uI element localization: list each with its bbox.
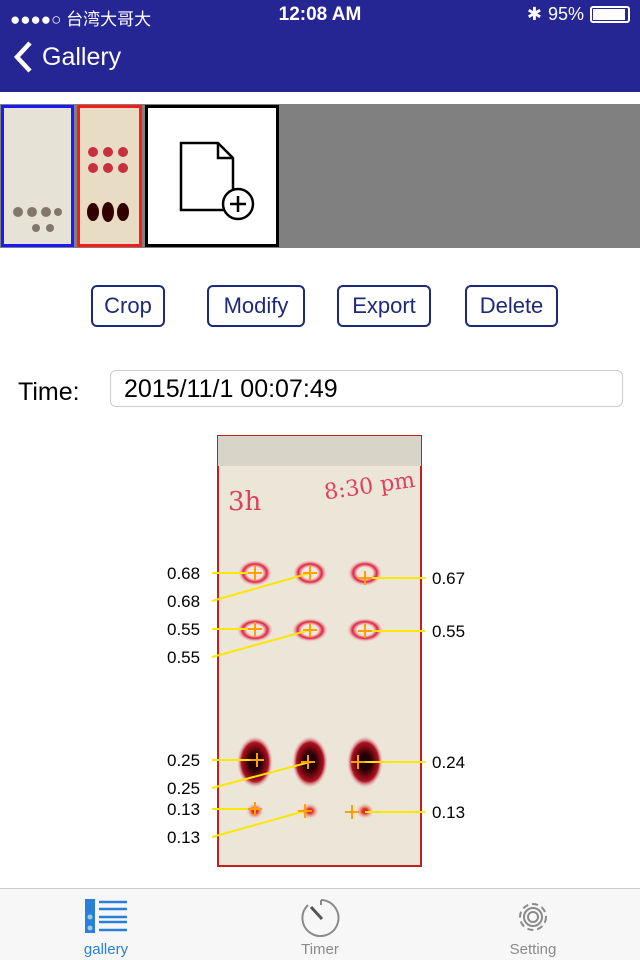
handwriting-1: 3h (228, 487, 262, 517)
bluetooth-icon: ✱ (526, 4, 542, 24)
gallery-list-icon (85, 899, 127, 933)
tlc-plate-image: 3h 8:30 pm 0.680.680.550.550.250.250.130… (167, 435, 465, 867)
thumbnail-1[interactable] (1, 105, 74, 247)
rf-label-left: 0.68 (167, 564, 200, 583)
rf-label-right: 0.13 (432, 803, 465, 822)
rf-label-right: 0.55 (432, 622, 465, 641)
back-button[interactable]: Gallery (12, 40, 121, 74)
rf-label-right: 0.24 (432, 753, 465, 772)
tab-gallery-label: gallery (83, 941, 129, 958)
tab-timer-label: Timer (301, 941, 339, 958)
time-label: Time: (18, 378, 80, 406)
rf-label-left: 0.25 (167, 779, 200, 798)
rf-label-left: 0.13 (167, 800, 200, 819)
back-label: Gallery (42, 42, 122, 71)
add-image-button[interactable] (145, 105, 279, 247)
battery-status: ✱ 95% (527, 4, 630, 25)
time-field[interactable]: 2015/11/1 00:07:49 (110, 370, 623, 407)
header-bar: ●●●●○ 台湾大哥大 12:08 AM ✱ 95% Gallery (0, 0, 640, 92)
tab-setting-label: Setting (509, 941, 557, 958)
export-button[interactable]: Export (337, 285, 431, 327)
rf-label-left: 0.55 (167, 648, 200, 667)
modify-button[interactable]: Modify (207, 285, 305, 327)
rf-label-left: 0.25 (167, 751, 200, 770)
rf-label-left: 0.13 (167, 828, 200, 847)
rf-label-left: 0.68 (167, 592, 200, 611)
image-strip[interactable] (0, 104, 640, 248)
battery-percent: 95% (547, 4, 584, 24)
crop-button[interactable]: Crop (91, 285, 165, 327)
rf-label-right: 0.67 (432, 569, 465, 588)
gear-icon (519, 903, 547, 931)
delete-button[interactable]: Delete (465, 285, 558, 327)
thumbnail-2[interactable] (77, 105, 142, 247)
rf-label-left: 0.55 (167, 620, 200, 639)
file-add-icon (179, 141, 255, 221)
tab-bar: gallery Timer Setting (0, 888, 640, 960)
timer-icon (301, 899, 340, 937)
battery-icon (590, 6, 630, 23)
chevron-left-icon (13, 41, 32, 73)
